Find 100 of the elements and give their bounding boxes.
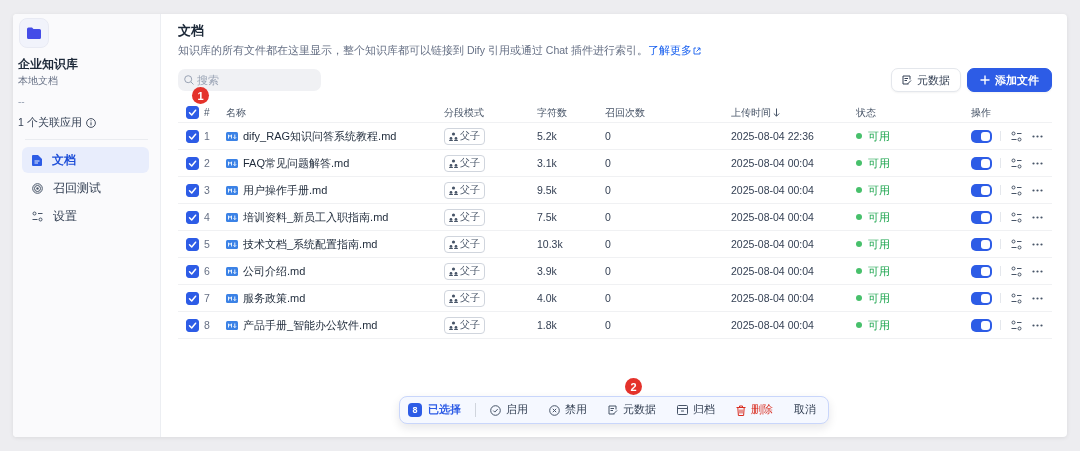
step-badge: 1 [192,87,209,104]
recall-count: 0 [605,211,612,223]
check-icon [188,293,197,303]
char-count: 7.5k [537,211,558,223]
sidebar-nav-item[interactable]: 设置 [22,203,149,229]
file-name[interactable]: dify_RAG知识问答系统教程.md [243,128,397,144]
external-link-icon [692,47,701,55]
checkbox[interactable] [186,264,199,278]
recall-count: 0 [605,292,612,304]
column-header[interactable]: 操作 [971,105,1052,120]
file-name[interactable]: 用户操作手册.md [243,182,328,198]
chunk-mode-tag: 父子 [444,289,485,307]
enable-toggle[interactable] [971,183,992,197]
sliders-icon[interactable] [1011,238,1022,250]
knowledge-base-description: -- [18,96,26,107]
check-icon [188,108,197,117]
column-header[interactable]: 召回次数 [605,105,731,120]
learn-more-link[interactable]: 了解更多 [647,44,701,58]
plus-icon [980,75,990,85]
sliders-icon[interactable] [1011,265,1022,277]
checkbox[interactable] [186,210,199,224]
row-number: 5 [204,238,211,250]
checkbox[interactable] [186,106,199,119]
more-icon[interactable] [1032,242,1043,246]
column-header[interactable]: # [204,107,226,118]
enable-toggle[interactable] [971,264,992,278]
people-icon [449,293,458,303]
checkbox[interactable] [186,156,199,170]
more-icon[interactable] [1032,269,1043,273]
recall-count: 0 [605,157,612,169]
status-dot [856,133,862,139]
markdown-file-icon [226,320,238,330]
status-dot [856,322,862,328]
column-header[interactable]: 分段模式 [444,105,537,120]
enable-toggle[interactable] [971,156,992,170]
file-name[interactable]: FAQ常见问题解答.md [243,155,350,171]
file-name[interactable]: 技术文档_系统配置指南.md [243,236,378,252]
enable-toggle[interactable] [971,129,992,143]
search-field[interactable]: 搜索 [178,69,321,91]
check-icon [188,320,197,330]
status-text: 可用 [868,317,890,333]
markdown-file-icon [226,212,238,222]
checkbox[interactable] [186,318,199,332]
enable-button[interactable]: 启用 [490,403,528,417]
file-name[interactable]: 公司介绍.md [243,263,306,279]
delete-button[interactable]: 删除 [736,403,773,417]
checkbox[interactable] [186,183,199,197]
status-text: 可用 [868,155,890,171]
check-icon [188,185,197,195]
add-file-button[interactable]: 添加文件 [967,68,1052,92]
status-dot [856,187,862,193]
sliders-icon[interactable] [1011,211,1022,223]
row-number: 2 [204,157,211,169]
more-icon[interactable] [1032,161,1043,165]
column-header[interactable]: 状态 [856,105,971,120]
metadata-button[interactable]: 元数据 [891,68,961,92]
column-header[interactable]: 字符数 [537,105,605,120]
char-count: 3.9k [537,265,558,277]
row-number: 6 [204,265,211,277]
sliders-icon[interactable] [1011,292,1022,304]
more-icon[interactable] [1032,296,1043,300]
file-name[interactable]: 服务政策.md [243,290,306,306]
row-number: 8 [204,319,211,331]
linked-apps-count: 1 个关联应用 [18,116,82,130]
status-text: 可用 [868,263,890,279]
more-icon[interactable] [1032,188,1043,192]
disable-button[interactable]: 禁用 [549,403,587,417]
more-icon[interactable] [1032,134,1043,138]
char-count: 1.8k [537,319,558,331]
sliders-icon[interactable] [1011,184,1022,196]
sliders-icon[interactable] [1011,130,1022,142]
sliders-icon[interactable] [1011,319,1022,331]
checkbox[interactable] [186,237,199,251]
enable-toggle[interactable] [971,291,992,305]
more-icon[interactable] [1032,323,1043,327]
chunk-mode-tag: 父子 [444,181,485,199]
column-header[interactable]: 上传时间 [731,105,856,120]
people-icon [449,131,458,141]
status-dot [856,268,862,274]
sidebar-nav-item[interactable]: 文档 [22,147,149,173]
more-icon[interactable] [1032,215,1043,219]
markdown-file-icon [226,158,238,168]
sidebar-nav-item[interactable]: 召回测试 [22,175,149,201]
row-number: 3 [204,184,211,196]
file-name[interactable]: 培训资料_新员工入职指南.md [243,209,389,225]
status-text: 可用 [868,236,890,252]
cancel-button[interactable]: 取消 [794,403,816,417]
checkbox[interactable] [186,291,199,305]
upload-time: 2025-08-04 00:04 [731,238,815,250]
sliders-icon[interactable] [1011,157,1022,169]
file-name[interactable]: 产品手册_智能办公软件.md [243,317,378,333]
column-header[interactable]: 名称 [226,105,444,120]
enable-toggle[interactable] [971,237,992,251]
chunk-mode-tag: 父子 [444,154,485,172]
checkbox[interactable] [186,129,199,143]
archive-button[interactable]: 归档 [677,403,715,417]
document-icon [32,154,42,166]
enable-toggle[interactable] [971,210,992,224]
enable-toggle[interactable] [971,318,992,332]
sort-descending-icon [773,108,780,117]
